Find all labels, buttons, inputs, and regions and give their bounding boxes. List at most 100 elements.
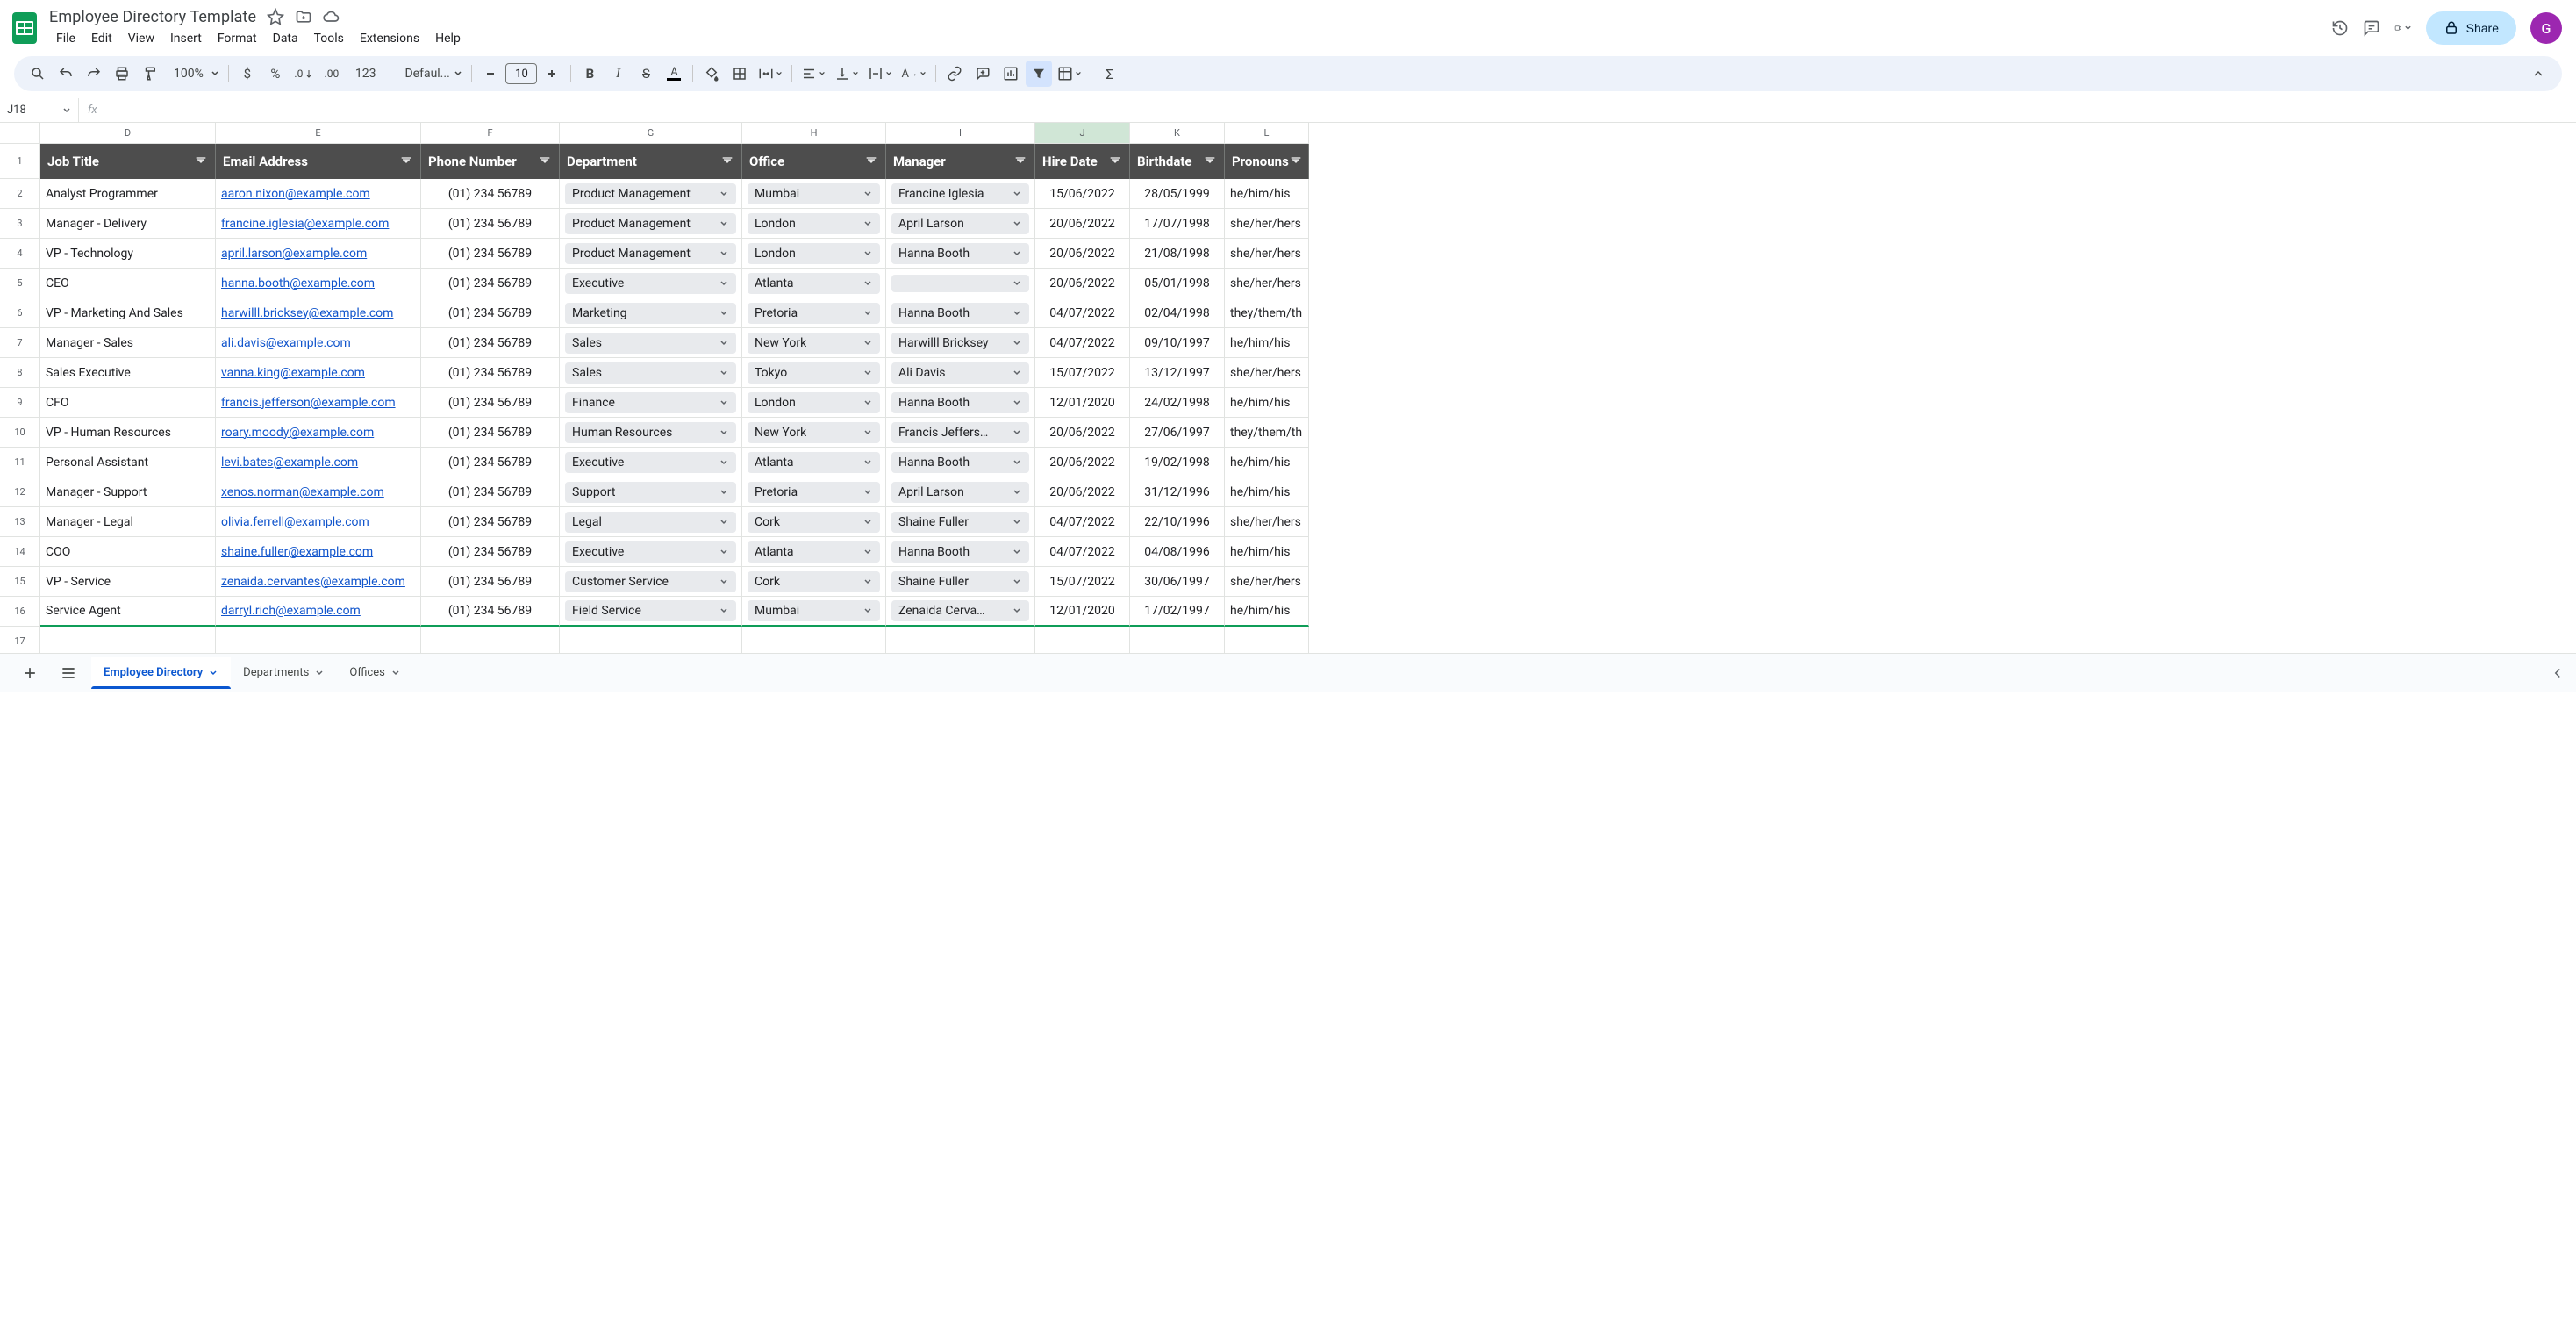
cell-phone[interactable]: (01) 234 56789 [421,507,560,537]
cell-manager[interactable]: Francine Iglesia [886,179,1035,209]
empty-cell[interactable] [1130,627,1225,653]
undo-icon[interactable] [53,61,79,87]
cell-phone[interactable]: (01) 234 56789 [421,269,560,298]
cell-birthdate[interactable]: 27/06/1997 [1130,418,1225,448]
cell-department[interactable]: Product Management [560,239,742,269]
cell-manager[interactable]: Shaine Fuller [886,507,1035,537]
cell-birthdate[interactable]: 09/10/1997 [1130,328,1225,358]
manager-chip[interactable]: Francine Iglesia [891,183,1029,204]
star-icon[interactable] [267,8,284,25]
font-family-dropdown[interactable]: Defaul... [396,61,466,87]
office-chip[interactable]: Cork [748,512,880,533]
cell-hire-date[interactable]: 12/01/2020 [1035,597,1130,627]
cell-email[interactable]: francis.jefferson@example.com [216,388,421,418]
cell-office[interactable]: Mumbai [742,597,886,627]
paint-format-icon[interactable] [137,61,163,87]
empty-cell[interactable] [216,627,421,653]
cell-birthdate[interactable]: 19/02/1998 [1130,448,1225,477]
zoom-dropdown[interactable]: 100% [165,61,223,87]
cell-phone[interactable]: (01) 234 56789 [421,179,560,209]
currency-icon[interactable]: $ [234,61,261,87]
department-chip[interactable]: Marketing [565,303,736,324]
sheets-app-icon[interactable] [7,11,42,46]
office-chip[interactable]: Atlanta [748,541,880,563]
email-link[interactable]: hanna.booth@example.com [221,276,375,290]
row-header-8[interactable]: 8 [0,358,40,388]
email-link[interactable]: zenaida.cervantes@example.com [221,575,405,589]
row-header-7[interactable]: 7 [0,328,40,358]
table-header-birthdate[interactable]: Birthdate [1130,144,1225,179]
manager-chip[interactable]: Hanna Booth [891,243,1029,264]
cell-pronouns[interactable]: he/him/his [1225,388,1309,418]
cell-email[interactable]: hanna.booth@example.com [216,269,421,298]
text-color-icon[interactable]: A [661,61,687,87]
cell-pronouns[interactable]: she/her/hers [1225,358,1309,388]
cell-office[interactable]: London [742,388,886,418]
filter-dropdown-icon[interactable] [1108,154,1122,169]
office-chip[interactable]: Atlanta [748,452,880,473]
cell-email[interactable]: april.larson@example.com [216,239,421,269]
sheet-tab-employee-directory[interactable]: Employee Directory [91,657,231,689]
column-header-L[interactable]: L [1225,123,1309,144]
cell-department[interactable]: Support [560,477,742,507]
cell-email[interactable]: xenos.norman@example.com [216,477,421,507]
manager-chip[interactable]: Ali Davis [891,362,1029,384]
manager-chip[interactable]: Hanna Booth [891,392,1029,413]
empty-cell[interactable] [886,627,1035,653]
cell-hire-date[interactable]: 20/06/2022 [1035,269,1130,298]
cell-email[interactable]: shaine.fuller@example.com [216,537,421,567]
cell-manager[interactable]: Hanna Booth [886,239,1035,269]
department-chip[interactable]: Finance [565,392,736,413]
empty-cell[interactable] [560,627,742,653]
sheet-tab-offices[interactable]: Offices [337,657,412,689]
department-chip[interactable]: Product Management [565,243,736,264]
cell-office[interactable]: Pretoria [742,477,886,507]
cell-birthdate[interactable]: 24/02/1998 [1130,388,1225,418]
row-header-17[interactable]: 17 [0,627,40,653]
cell-hire-date[interactable]: 20/06/2022 [1035,477,1130,507]
empty-cell[interactable] [742,627,886,653]
manager-chip[interactable] [891,275,1029,292]
office-chip[interactable]: London [748,213,880,234]
cell-department[interactable]: Product Management [560,179,742,209]
bold-icon[interactable]: B [576,61,603,87]
cell-email[interactable]: olivia.ferrell@example.com [216,507,421,537]
share-button[interactable]: Share [2426,11,2516,45]
cell-department[interactable]: Sales [560,358,742,388]
cell-pronouns[interactable]: he/him/his [1225,328,1309,358]
redo-icon[interactable] [81,61,107,87]
filter-icon[interactable] [1026,61,1052,87]
row-header-6[interactable]: 6 [0,298,40,328]
cell-phone[interactable]: (01) 234 56789 [421,358,560,388]
manager-chip[interactable]: Hanna Booth [891,303,1029,324]
cell-office[interactable]: Atlanta [742,448,886,477]
cell-job-title[interactable]: CFO [40,388,216,418]
cell-manager[interactable]: Ali Davis [886,358,1035,388]
email-link[interactable]: roary.moody@example.com [221,426,374,440]
cell-birthdate[interactable]: 05/01/1998 [1130,269,1225,298]
office-chip[interactable]: New York [748,422,880,443]
text-wrap-icon[interactable] [864,61,896,87]
empty-cell[interactable] [1225,627,1309,653]
cell-birthdate[interactable]: 28/05/1999 [1130,179,1225,209]
cell-job-title[interactable]: Sales Executive [40,358,216,388]
cell-pronouns[interactable]: he/him/his [1225,537,1309,567]
search-icon[interactable] [25,61,51,87]
department-chip[interactable]: Field Service [565,600,736,621]
cell-manager[interactable]: Zenaida Cerva… [886,597,1035,627]
department-chip[interactable]: Executive [565,541,736,563]
cell-hire-date[interactable]: 15/06/2022 [1035,179,1130,209]
cell-phone[interactable]: (01) 234 56789 [421,298,560,328]
cell-hire-date[interactable]: 12/01/2020 [1035,388,1130,418]
row-header-1[interactable]: 1 [0,144,40,179]
cell-phone[interactable]: (01) 234 56789 [421,388,560,418]
department-chip[interactable]: Executive [565,452,736,473]
cell-email[interactable]: levi.bates@example.com [216,448,421,477]
department-chip[interactable]: Product Management [565,183,736,204]
empty-cell[interactable] [1035,627,1130,653]
cell-hire-date[interactable]: 04/07/2022 [1035,328,1130,358]
cell-job-title[interactable]: COO [40,537,216,567]
cell-phone[interactable]: (01) 234 56789 [421,597,560,627]
table-header-phone-number[interactable]: Phone Number [421,144,560,179]
row-header-11[interactable]: 11 [0,448,40,477]
